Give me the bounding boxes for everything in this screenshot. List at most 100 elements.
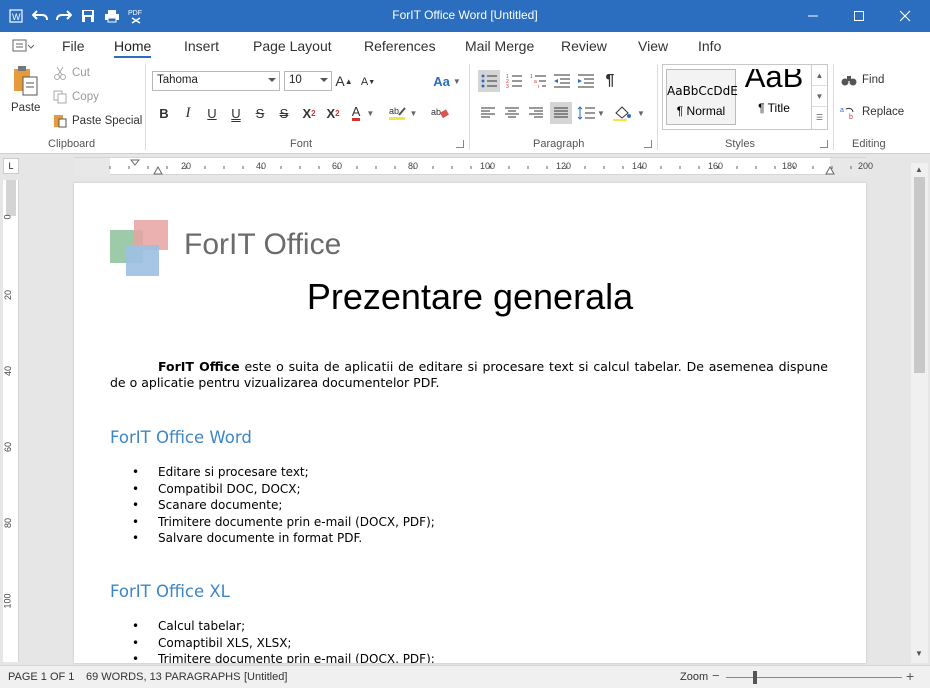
font-color-icon[interactable]: A ▼ (348, 104, 378, 122)
multilevel-list-icon[interactable]: 1ai (528, 70, 548, 92)
ruler-label: 160 (708, 161, 724, 171)
tab-info[interactable]: Info (698, 38, 721, 54)
chevron-down-icon (320, 78, 328, 82)
horizontal-ruler[interactable]: 20 40 60 80 100 120 140 160 180 200 (74, 157, 873, 176)
ruler-label: 140 (632, 161, 648, 171)
vertical-scrollbar[interactable]: ▲ ▼ (911, 163, 928, 663)
find-button[interactable]: Find (862, 74, 884, 86)
strikethrough-icon[interactable]: S (252, 104, 268, 122)
font-size-value: 10 (289, 74, 302, 86)
double-strikethrough-icon[interactable]: S (276, 104, 292, 122)
cut-button[interactable]: Cut (72, 67, 90, 79)
double-underline-icon[interactable]: U (228, 104, 244, 122)
change-case-icon[interactable]: Aa ▼ (432, 72, 462, 90)
svg-text:i: i (538, 84, 539, 88)
font-size-combo[interactable]: 10 (284, 71, 332, 91)
font-dialog-launcher[interactable] (456, 140, 464, 148)
bullets-icon[interactable] (478, 70, 500, 92)
font-name-combo[interactable]: Tahoma (152, 71, 280, 91)
scroll-up-icon[interactable]: ▲ (915, 165, 923, 174)
cut-icon[interactable] (52, 66, 68, 80)
ruler-label: 60 (332, 161, 343, 171)
scroll-down-icon[interactable]: ▼ (915, 649, 923, 658)
tab-page-layout[interactable]: Page Layout (253, 38, 332, 54)
style-normal-preview: AaBbCcDdE (667, 84, 738, 98)
align-right-icon[interactable] (526, 102, 546, 124)
style-title[interactable]: AaB ¶ Title (739, 69, 809, 125)
app-menu-icon[interactable] (12, 38, 35, 57)
font-color-glyph: A (351, 103, 361, 121)
ruler-label: 20 (181, 161, 192, 171)
zoom-out-icon[interactable]: − (712, 669, 724, 684)
tab-view[interactable]: View (638, 38, 668, 54)
paste-icon[interactable] (10, 64, 42, 98)
decrease-indent-icon[interactable] (552, 70, 572, 92)
styles-more-icon[interactable]: ☰ (812, 107, 827, 128)
underline-icon[interactable]: U (204, 104, 220, 122)
copy-icon[interactable] (52, 90, 68, 104)
minimize-button[interactable] (790, 0, 836, 32)
svg-text:a: a (840, 107, 844, 114)
tab-references[interactable]: References (364, 38, 436, 54)
tab-file[interactable]: File (62, 38, 85, 54)
hanging-indent-marker[interactable] (153, 165, 163, 175)
close-button[interactable] (882, 0, 928, 32)
intro-bold-text: ForIT Office (158, 359, 240, 374)
justify-icon[interactable] (550, 102, 572, 124)
zoom-label: Zoom (680, 671, 709, 683)
zoom-in-icon[interactable]: + (906, 669, 918, 683)
font-group-label: Font (290, 138, 313, 150)
show-marks-icon[interactable]: ¶ (600, 70, 620, 92)
svg-text:ab: ab (431, 107, 441, 117)
tab-review[interactable]: Review (561, 38, 607, 54)
copy-button[interactable]: Copy (72, 91, 99, 103)
maximize-button[interactable] (836, 0, 882, 32)
increase-indent-icon[interactable] (576, 70, 596, 92)
binoculars-icon[interactable] (840, 72, 858, 88)
first-line-indent-marker[interactable] (129, 159, 141, 166)
italic-icon[interactable]: I (180, 104, 196, 122)
forit-logo-icon (110, 220, 168, 276)
align-center-icon[interactable] (502, 102, 522, 124)
style-normal[interactable]: AaBbCcDdE ¶ Normal (666, 69, 738, 125)
shrink-font-glyph: A (360, 76, 369, 88)
tab-home[interactable]: Home (114, 38, 152, 58)
styles-scroll-up-icon[interactable]: ▲ (812, 65, 827, 86)
subscript-icon[interactable]: X2 (324, 104, 342, 122)
vertical-ruler[interactable]: 0 20 40 60 80 100 (3, 180, 19, 662)
document-page[interactable]: ForIT Office Prezentare generala ForIT O… (74, 183, 866, 663)
logo-text: ForIT Office (184, 228, 342, 261)
styles-dialog-launcher[interactable] (820, 140, 828, 148)
ribbon-tabs: File Home Insert Page Layout References … (0, 32, 930, 60)
replace-icon[interactable]: ab (840, 104, 858, 120)
clear-formatting-icon[interactable]: ab (430, 104, 450, 122)
styles-group-label: Styles (725, 138, 755, 150)
shrink-font-icon[interactable]: A ▼ (360, 74, 376, 90)
paste-button[interactable]: Paste (11, 102, 40, 114)
subscript-glyph: X (326, 105, 336, 121)
superscript-icon[interactable]: X2 (300, 104, 318, 122)
tab-selector[interactable]: L (3, 158, 19, 174)
tab-insert[interactable]: Insert (184, 38, 219, 54)
highlight-icon[interactable]: ab ▼ (386, 104, 420, 122)
styles-scroll-down-icon[interactable]: ▼ (812, 86, 827, 107)
intro-paragraph: ForIT Office este o suita de aplicatii d… (110, 359, 828, 391)
align-left-icon[interactable] (478, 102, 498, 124)
grow-font-glyph: A (335, 73, 345, 89)
paste-special-icon[interactable] (52, 114, 68, 128)
scrollbar-thumb[interactable] (914, 177, 925, 373)
replace-button[interactable]: Replace (862, 106, 904, 118)
paste-special-button[interactable]: Paste Special (72, 115, 142, 127)
styles-scroller: ▲ ▼ ☰ (811, 65, 827, 129)
status-bar: PAGE 1 OF 1 69 WORDS, 13 PARAGRAPHS [Unt… (0, 665, 930, 688)
numbering-icon[interactable]: 123 (504, 70, 524, 92)
section1-list: Editare si procesare text; Compatibil DO… (132, 464, 435, 547)
tab-mail-merge[interactable]: Mail Merge (465, 38, 534, 54)
line-spacing-icon[interactable]: ▼ (576, 102, 606, 124)
zoom-slider-thumb[interactable] (753, 671, 757, 684)
list-item: Calcul tabelar; (132, 618, 435, 635)
shading-icon[interactable]: ▼ (612, 102, 646, 124)
bold-icon[interactable]: B (156, 104, 172, 122)
grow-font-icon[interactable]: A ▲ (335, 72, 352, 90)
paragraph-dialog-launcher[interactable] (644, 140, 652, 148)
